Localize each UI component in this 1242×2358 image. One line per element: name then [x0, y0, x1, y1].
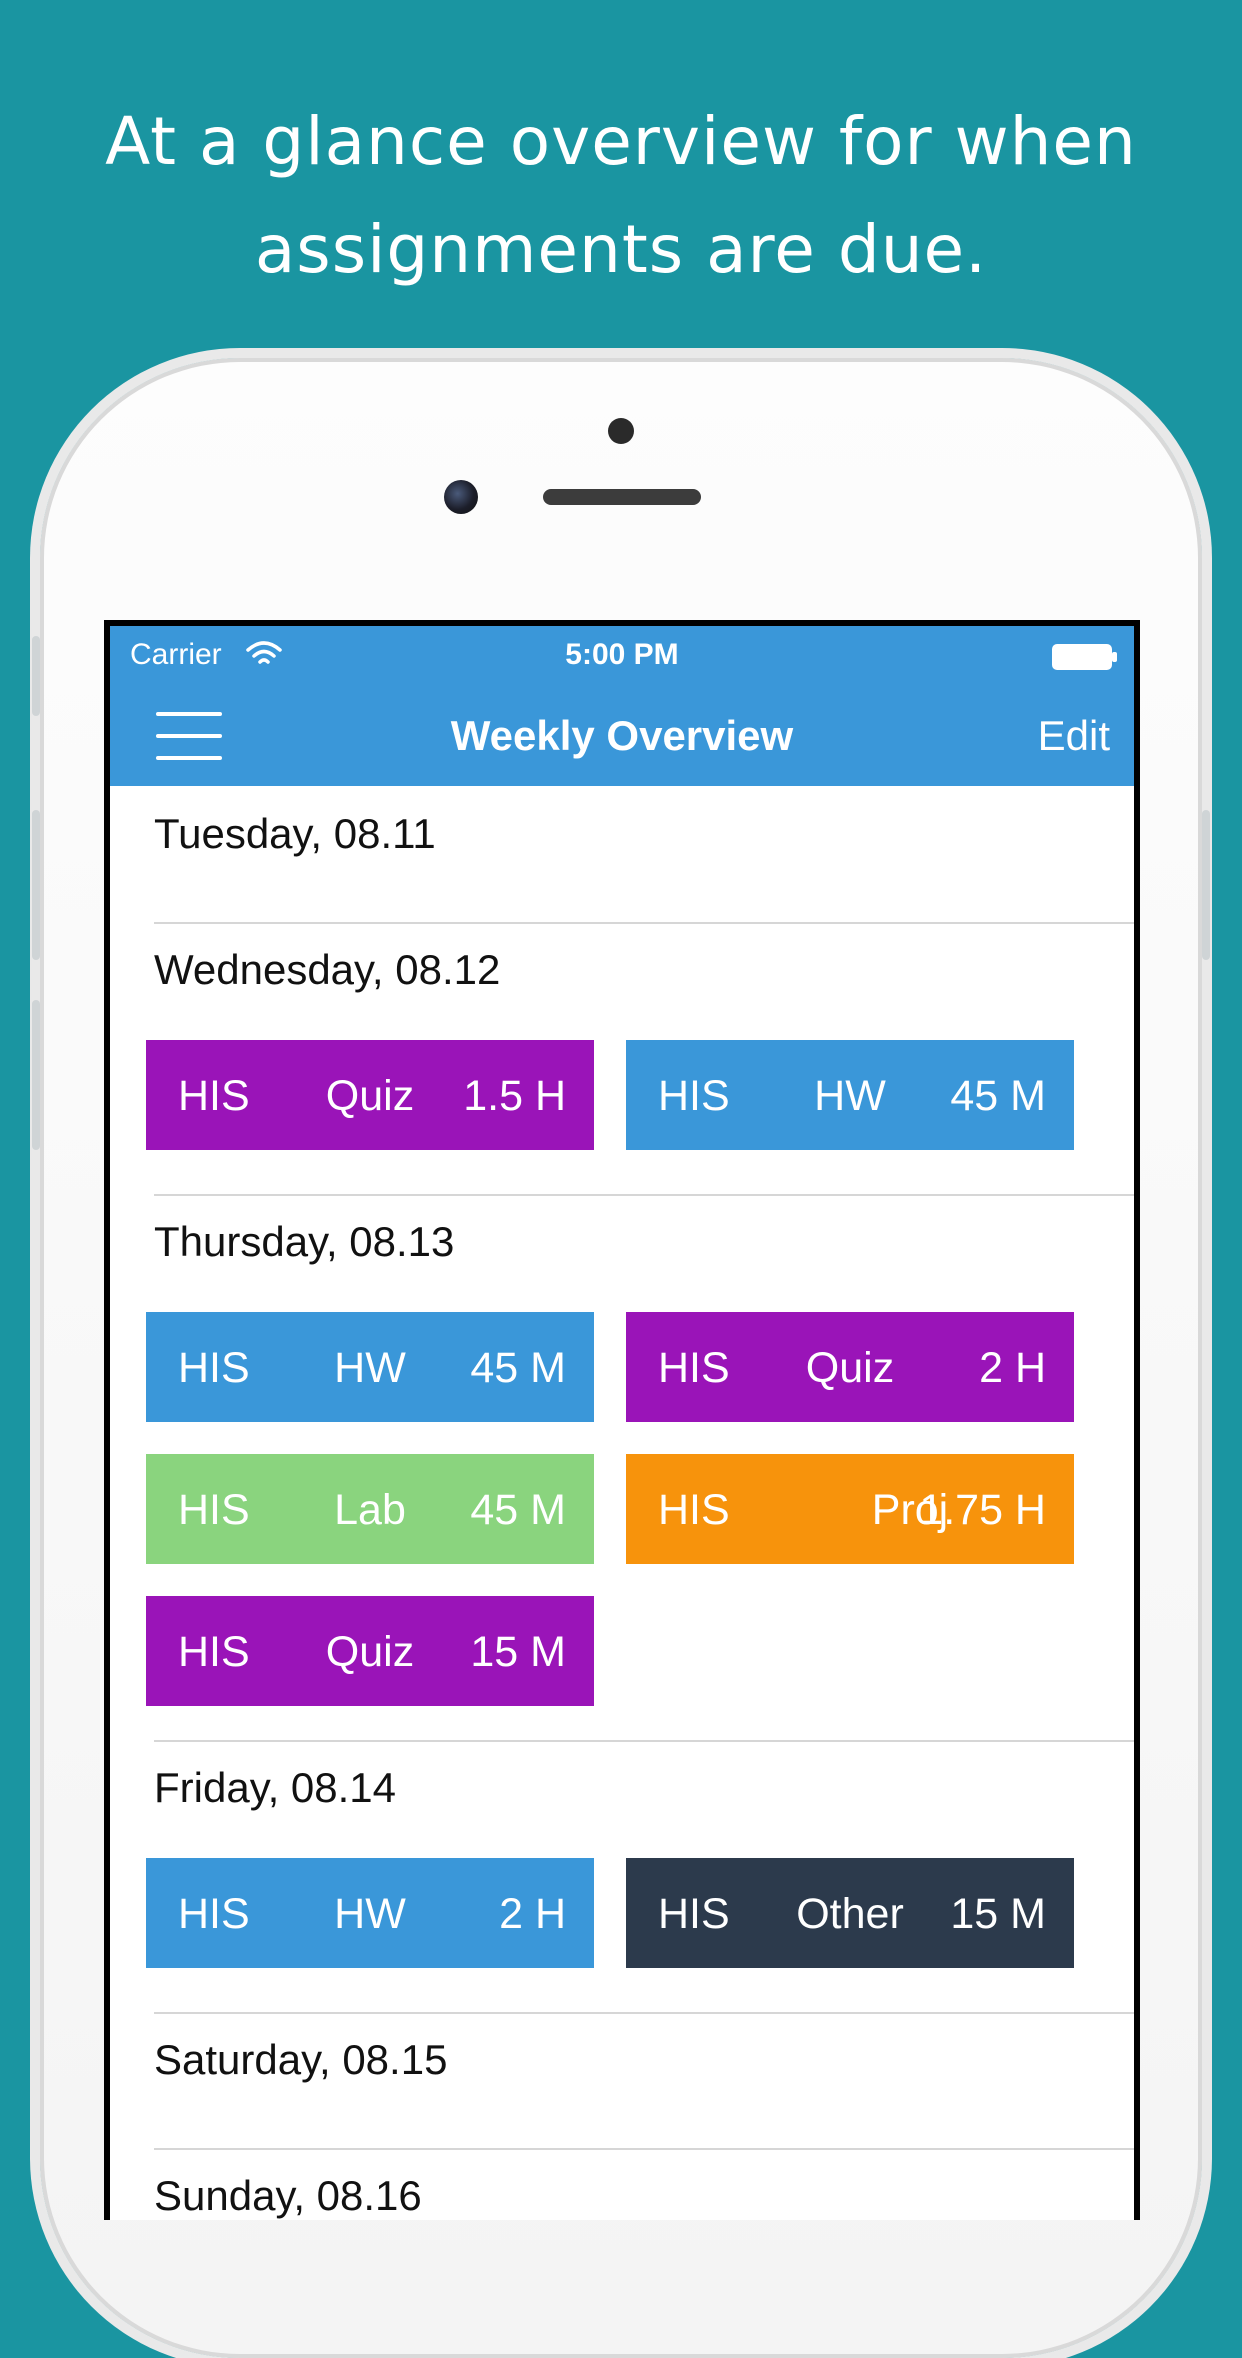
- navigation-bar: Weekly Overview Edit: [110, 686, 1134, 786]
- phone-volume-down-button: [32, 1000, 40, 1150]
- status-time: 5:00 PM: [565, 638, 679, 671]
- divider: [154, 1740, 1134, 1742]
- chip-type: Proj: [871, 1486, 949, 1534]
- phone-power-button: [1202, 810, 1210, 960]
- day-label: Friday, 08.14: [154, 1764, 397, 1811]
- earpiece-speaker: [543, 489, 701, 505]
- assignment-chip[interactable]: HIS Lab 45 M: [146, 1454, 594, 1564]
- chip-duration: 1.75 H: [919, 1486, 1046, 1534]
- assignment-chip[interactable]: HIS HW 45 M: [626, 1040, 1074, 1150]
- chip-duration: 1.5 H: [463, 1072, 566, 1120]
- phone-screen: Carrier 5:00 PM Weekly Overview Edit Tue…: [104, 620, 1140, 2220]
- day-label: Sunday, 08.16: [154, 2172, 422, 2219]
- phone-volume-up-button: [32, 810, 40, 960]
- divider: [154, 2148, 1134, 2150]
- assignment-chip[interactable]: HIS Quiz 15 M: [146, 1596, 594, 1706]
- chip-duration: 45 M: [470, 1486, 566, 1534]
- assignment-chip[interactable]: HIS Quiz 1.5 H: [146, 1040, 594, 1150]
- day-label: Saturday, 08.15: [154, 2036, 448, 2083]
- chip-duration: 45 M: [950, 1072, 1046, 1120]
- chip-duration: 45 M: [470, 1344, 566, 1392]
- assignment-chip[interactable]: HIS HW 2 H: [146, 1858, 594, 1968]
- chip-duration: 2 H: [499, 1890, 566, 1938]
- proximity-sensor: [608, 418, 634, 444]
- divider: [154, 1194, 1134, 1196]
- assignment-chip[interactable]: HIS HW 45 M: [146, 1312, 594, 1422]
- chip-duration: 15 M: [950, 1890, 1046, 1938]
- phone-side-button: [32, 636, 40, 716]
- chip-duration: 15 M: [470, 1628, 566, 1676]
- day-label: Wednesday, 08.12: [154, 946, 501, 993]
- status-bar: Carrier 5:00 PM: [110, 626, 1134, 686]
- day-label: Tuesday, 08.11: [154, 810, 436, 857]
- divider: [154, 922, 1134, 924]
- page-title: Weekly Overview: [450, 712, 794, 759]
- day-label: Thursday, 08.13: [154, 1218, 455, 1265]
- assignment-chip[interactable]: HIS Quiz 2 H: [626, 1312, 1074, 1422]
- app-screen: Carrier 5:00 PM Weekly Overview Edit Tue…: [110, 626, 1134, 2220]
- chip-duration: 2 H: [979, 1344, 1046, 1392]
- assignment-chip[interactable]: HIS Proj 1.75 H: [626, 1454, 1074, 1564]
- headline-line-1: At a glance overview for when: [105, 103, 1137, 180]
- battery-icon: [1052, 644, 1117, 670]
- edit-button[interactable]: Edit: [1038, 712, 1110, 760]
- divider: [154, 2012, 1134, 2014]
- headline-line-2: assignments are due.: [254, 211, 988, 288]
- assignment-chip[interactable]: HIS Other 15 M: [626, 1858, 1074, 1968]
- headline: At a glance overview for when assignment…: [0, 88, 1242, 304]
- front-camera: [444, 480, 478, 514]
